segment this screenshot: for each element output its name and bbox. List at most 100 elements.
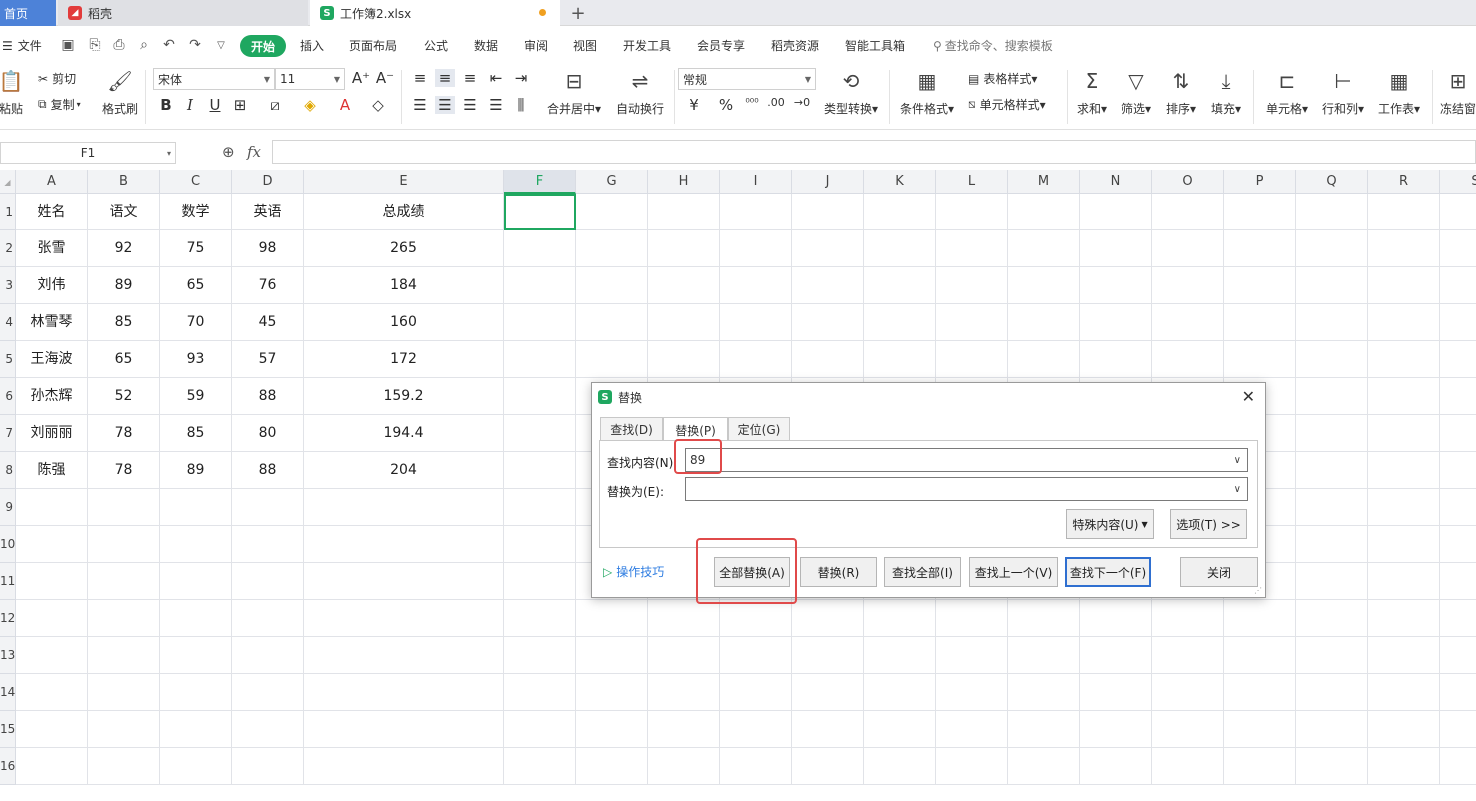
cell-B4[interactable]: 85 (88, 304, 160, 341)
tab-daoke[interactable]: ◢ 稻壳 (58, 0, 308, 26)
cell-A13[interactable] (16, 637, 88, 674)
cell-D12[interactable] (232, 600, 304, 637)
cell-D11[interactable] (232, 563, 304, 600)
type-convert-button[interactable]: ⟲ 类型转换▾ (820, 66, 882, 117)
cell-B5[interactable]: 65 (88, 341, 160, 378)
find-next-button[interactable]: 查找下一个(F) (1065, 557, 1151, 587)
cell-S2[interactable] (1440, 230, 1476, 267)
cell-Q12[interactable] (1296, 600, 1368, 637)
cell-K4[interactable] (864, 304, 936, 341)
quick-access-dropdown-icon[interactable]: ▽ (213, 37, 229, 53)
cell-C13[interactable] (160, 637, 232, 674)
freeze-panes-button[interactable]: ⊞ 冻结窗 (1440, 66, 1476, 117)
cell-R2[interactable] (1368, 230, 1440, 267)
cell-K1[interactable] (864, 194, 936, 230)
cell-R5[interactable] (1368, 341, 1440, 378)
print-preview-icon[interactable]: ⌕ (136, 37, 152, 53)
menu-page-layout[interactable]: 页面布局 (349, 27, 397, 64)
cell-Q1[interactable] (1296, 194, 1368, 230)
tab-home[interactable]: 首页 (0, 0, 56, 26)
select-all-corner[interactable]: ◢ (0, 170, 16, 194)
cell-B15[interactable] (88, 711, 160, 748)
cell-I16[interactable] (720, 748, 792, 785)
align-center-icon[interactable]: ☰ (435, 96, 455, 114)
cell-G1[interactable] (576, 194, 648, 230)
cell-C4[interactable]: 70 (160, 304, 232, 341)
menu-start[interactable]: 开始 (240, 35, 287, 57)
decrease-decimal-icon[interactable]: →0 (792, 96, 812, 109)
font-family-select[interactable]: 宋体 ▼ (153, 68, 275, 90)
currency-icon[interactable]: ¥ (684, 96, 704, 114)
row-header-4[interactable]: 4 (0, 304, 16, 341)
cell-P4[interactable] (1224, 304, 1296, 341)
cell-B12[interactable] (88, 600, 160, 637)
resize-grip-icon[interactable]: ⋰ (1254, 586, 1262, 595)
cell-O12[interactable] (1152, 600, 1224, 637)
cell-O5[interactable] (1152, 341, 1224, 378)
cell-S4[interactable] (1440, 304, 1476, 341)
row-header-15[interactable]: 15 (0, 711, 16, 748)
undo-icon[interactable]: ↶ (161, 37, 177, 53)
cell-F5[interactable] (504, 341, 576, 378)
menu-member[interactable]: 会员专享 (697, 27, 745, 64)
row-header-5[interactable]: 5 (0, 341, 16, 378)
column-header-J[interactable]: J (792, 170, 864, 194)
cell-E7[interactable]: 194.4 (304, 415, 504, 452)
cell-B3[interactable]: 89 (88, 267, 160, 304)
conditional-format-button[interactable]: ▦ 条件格式▾ (897, 66, 957, 117)
cell-E15[interactable] (304, 711, 504, 748)
decrease-font-icon[interactable]: A⁻ (375, 69, 395, 87)
cell-L12[interactable] (936, 600, 1008, 637)
cell-Q15[interactable] (1296, 711, 1368, 748)
cell-N1[interactable] (1080, 194, 1152, 230)
cell-G13[interactable] (576, 637, 648, 674)
cell-E13[interactable] (304, 637, 504, 674)
chevron-down-icon[interactable]: ∨ (1234, 484, 1241, 495)
cell-A1[interactable]: 姓名 (16, 194, 88, 230)
cell-I4[interactable] (720, 304, 792, 341)
cell-C15[interactable] (160, 711, 232, 748)
cell-C2[interactable]: 75 (160, 230, 232, 267)
cell-P15[interactable] (1224, 711, 1296, 748)
menu-developer[interactable]: 开发工具 (623, 27, 671, 64)
fill-color-icon[interactable]: ◈ (300, 96, 320, 114)
cell-K16[interactable] (864, 748, 936, 785)
cell-A14[interactable] (16, 674, 88, 711)
indent-increase-icon[interactable]: ⇥ (511, 69, 531, 87)
cell-E8[interactable]: 204 (304, 452, 504, 489)
cell-A15[interactable] (16, 711, 88, 748)
cell-F8[interactable] (504, 452, 576, 489)
cell-G15[interactable] (576, 711, 648, 748)
replace-button[interactable]: 替换(R) (800, 557, 877, 587)
cell-F16[interactable] (504, 748, 576, 785)
cell-B8[interactable]: 78 (88, 452, 160, 489)
cell-D2[interactable]: 98 (232, 230, 304, 267)
cell-M4[interactable] (1008, 304, 1080, 341)
cell-K5[interactable] (864, 341, 936, 378)
cell-R6[interactable] (1368, 378, 1440, 415)
cell-R8[interactable] (1368, 452, 1440, 489)
cell-P1[interactable] (1224, 194, 1296, 230)
cell-F2[interactable] (504, 230, 576, 267)
special-content-button[interactable]: 特殊内容(U) ▼ (1066, 509, 1154, 539)
row-header-10[interactable]: 10 (0, 526, 16, 563)
cell-M15[interactable] (1008, 711, 1080, 748)
filter-button[interactable]: ▽ 筛选▾ (1118, 66, 1154, 117)
cell-B16[interactable] (88, 748, 160, 785)
cell-S16[interactable] (1440, 748, 1476, 785)
tab-workbook[interactable]: S 工作簿2.xlsx (310, 0, 560, 26)
cell-Q10[interactable] (1296, 526, 1368, 563)
align-middle-icon[interactable]: ≡ (435, 69, 455, 87)
cell-L2[interactable] (936, 230, 1008, 267)
cell-K3[interactable] (864, 267, 936, 304)
cell-M5[interactable] (1008, 341, 1080, 378)
cell-H14[interactable] (648, 674, 720, 711)
file-menu[interactable]: ☰ 文件 (2, 27, 42, 64)
cell-O3[interactable] (1152, 267, 1224, 304)
cell-A2[interactable]: 张雪 (16, 230, 88, 267)
cell-J2[interactable] (792, 230, 864, 267)
menu-review[interactable]: 审阅 (524, 27, 548, 64)
menu-smart-toolbox[interactable]: 智能工具箱 (845, 27, 905, 64)
cell-C1[interactable]: 数学 (160, 194, 232, 230)
cell-G16[interactable] (576, 748, 648, 785)
